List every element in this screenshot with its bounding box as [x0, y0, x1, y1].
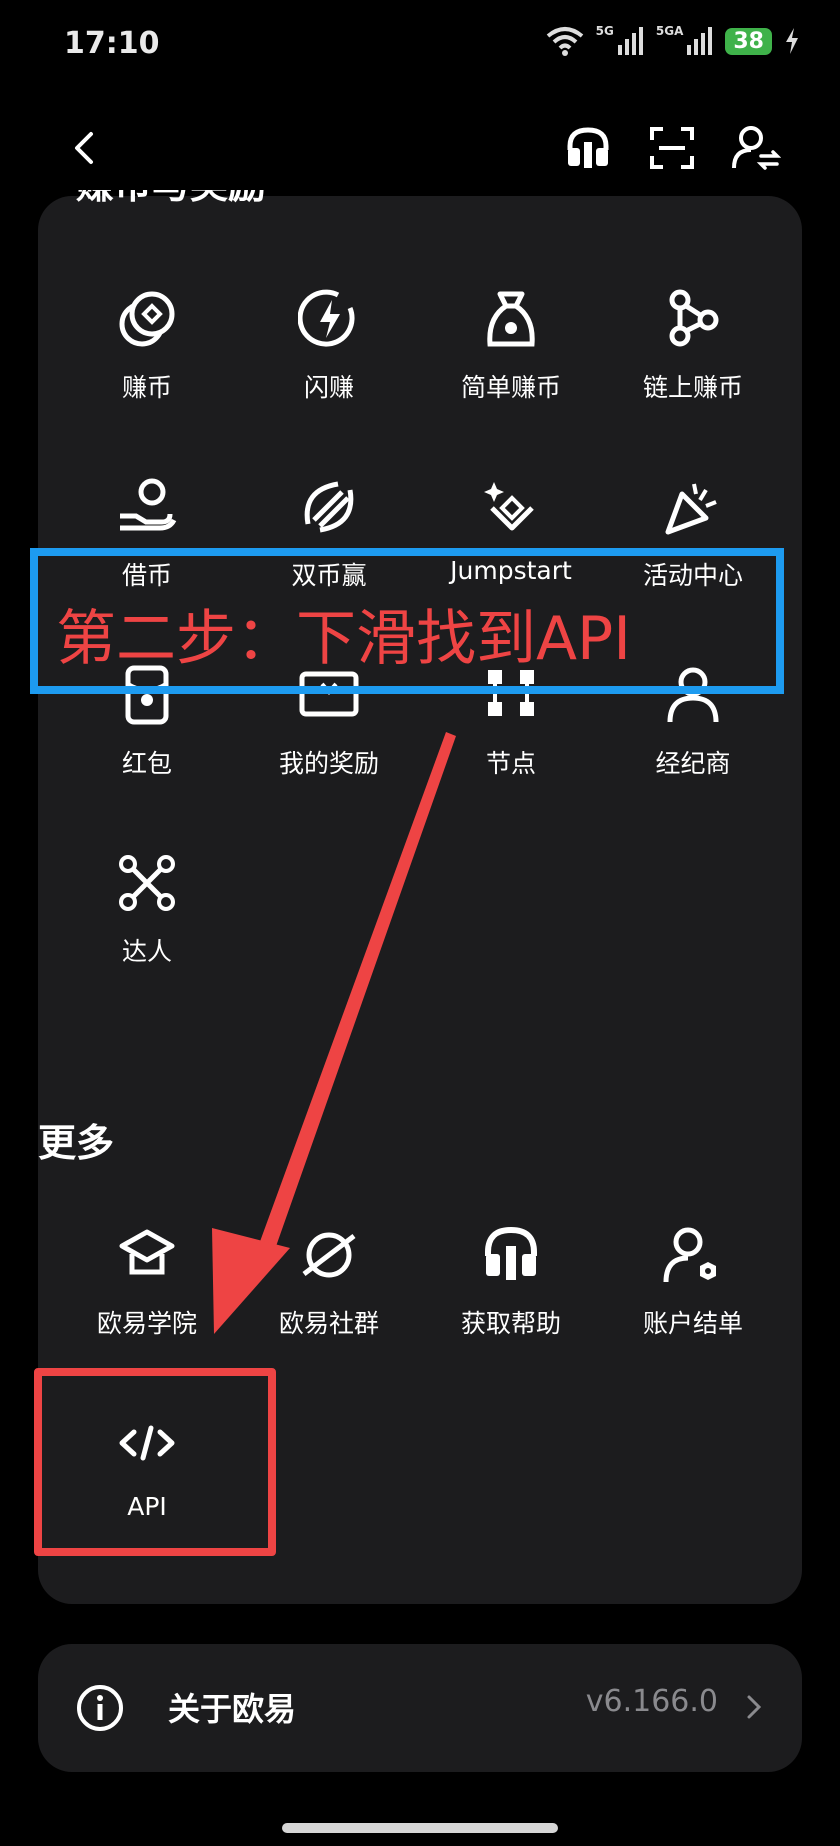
headset-icon	[567, 127, 609, 168]
scan-button[interactable]	[642, 118, 702, 178]
earn-item-label: 红包	[121, 749, 172, 778]
planet-icon	[302, 1232, 356, 1278]
wifi-icon	[546, 27, 583, 56]
account-switch-button[interactable]	[726, 118, 786, 178]
coins-icon	[119, 291, 175, 347]
headset-icon	[485, 1226, 537, 1280]
user-settings-icon	[663, 1227, 716, 1283]
support-button[interactable]	[558, 118, 618, 178]
chevron-left-icon	[75, 132, 93, 164]
earn-section-title-clip: 赚币与奖励	[38, 190, 802, 230]
home-indicator[interactable]	[282, 1823, 558, 1833]
more-item-academy[interactable]: 欧易学院	[62, 1224, 232, 1374]
charging-icon	[786, 28, 798, 54]
money-bag-icon	[487, 291, 535, 347]
signal-icon-2	[687, 27, 713, 55]
loan-hand-icon	[120, 478, 177, 531]
earn-item-simple[interactable]: 简单赚币	[426, 288, 596, 438]
drone-icon	[119, 855, 175, 911]
network-label-1: 5G	[595, 24, 614, 38]
sparkle-diamond-icon	[484, 482, 534, 531]
signal-icon-1	[617, 27, 643, 55]
earn-item-label: 链上赚币	[642, 373, 743, 402]
status-bar: 17:10 5G 5GA 38	[0, 0, 840, 90]
network-label-2: 5GA	[655, 24, 684, 38]
about-row[interactable]: 关于欧易 v6.166.0	[38, 1644, 802, 1772]
about-label: 关于欧易	[168, 1690, 297, 1728]
scan-icon	[650, 127, 694, 169]
earn-item-label: 节点	[485, 749, 536, 778]
earn-item-label: 简单赚币	[460, 373, 561, 402]
earn-item-label: 我的奖励	[278, 749, 379, 778]
earn-item-label: 达人	[121, 937, 172, 966]
battery-level: 38	[725, 27, 772, 55]
earn-item-label: 赚币	[121, 373, 172, 402]
more-item-statement[interactable]: 账户结单	[608, 1224, 778, 1374]
earn-item-label: 经纪商	[655, 749, 731, 778]
back-button[interactable]	[54, 118, 114, 178]
earn-item-coins[interactable]: 赚币	[62, 288, 232, 438]
dual-coin-icon	[304, 481, 354, 533]
info-icon	[77, 1685, 123, 1731]
more-item-label: 账户结单	[642, 1309, 743, 1338]
status-icons: 5G 5GA 38	[546, 24, 800, 56]
more-section-title: 更多	[38, 1121, 115, 1165]
instruction-text: 第二步：下滑找到API	[56, 604, 631, 674]
graduation-cap-icon	[119, 1229, 175, 1275]
chevron-right-icon	[747, 1695, 762, 1719]
app-version: v6.166.0	[585, 1684, 718, 1719]
earn-item-expert[interactable]: 达人	[62, 852, 232, 1002]
more-item-label: 欧易学院	[96, 1309, 197, 1338]
status-time: 17:10	[64, 26, 160, 61]
nodes-icon	[669, 289, 719, 347]
more-item-label: 获取帮助	[460, 1309, 561, 1338]
more-item-label: 欧易社群	[278, 1309, 379, 1338]
more-item-community[interactable]: 欧易社群	[244, 1224, 414, 1374]
party-popper-icon	[665, 483, 717, 535]
api-highlight-box	[34, 1368, 276, 1556]
earn-section-title: 赚币与奖励	[76, 190, 266, 209]
more-item-help[interactable]: 获取帮助	[426, 1224, 596, 1374]
earn-item-flash[interactable]: 闪赚	[244, 288, 414, 438]
earn-item-label: 闪赚	[303, 373, 354, 402]
top-nav	[0, 100, 840, 192]
lightning-icon	[298, 289, 355, 347]
earn-item-onchain[interactable]: 链上赚币	[608, 288, 778, 438]
user-switch-icon	[732, 126, 781, 170]
